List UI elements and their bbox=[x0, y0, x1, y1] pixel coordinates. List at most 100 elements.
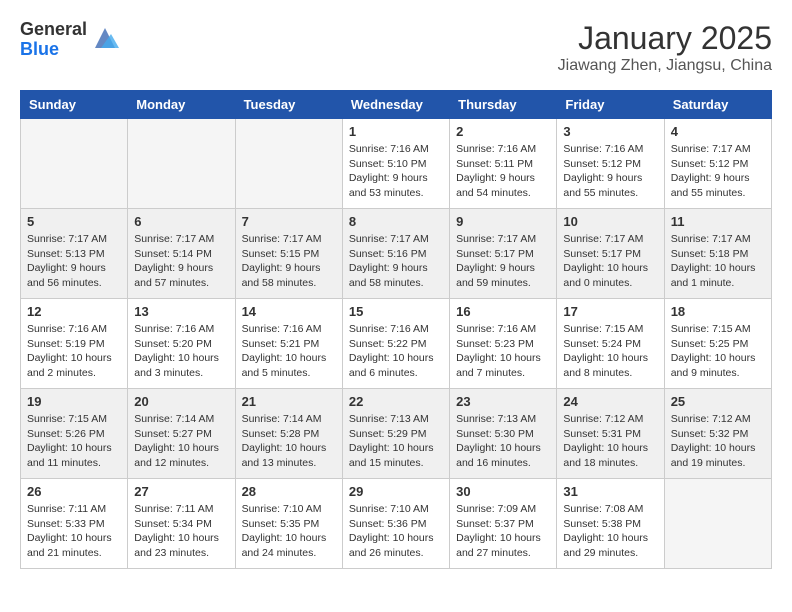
cal-cell bbox=[128, 119, 235, 209]
cal-cell: 18 Sunrise: 7:15 AM Sunset: 5:25 PM Dayli… bbox=[664, 299, 771, 389]
cal-cell: 20Sunrise: 7:14 AM Sunset: 5:27 PM Dayli… bbox=[128, 389, 235, 479]
day-number: 31 bbox=[563, 484, 657, 499]
day-number: 15 bbox=[349, 304, 443, 319]
cal-cell: 31 Sunrise: 7:08 AM Sunset: 5:38 PM Dayli… bbox=[557, 479, 664, 569]
week-row-3: 12 Sunrise: 7:16 AM Sunset: 5:19 PM Dayli… bbox=[21, 299, 772, 389]
cell-info: Sunrise: 7:15 AM Sunset: 5:24 PM Dayligh… bbox=[563, 322, 657, 381]
day-number: 22 bbox=[349, 394, 443, 409]
title-block: January 2025 Jiawang Zhen, Jiangsu, Chin… bbox=[558, 20, 772, 75]
day-number: 17 bbox=[563, 304, 657, 319]
day-number: 3 bbox=[563, 124, 657, 139]
day-number: 19 bbox=[27, 394, 121, 409]
cal-cell: 16 Sunrise: 7:16 AM Sunset: 5:23 PM Dayli… bbox=[450, 299, 557, 389]
cell-info: Sunrise: 7:16 AM Sunset: 5:20 PM Dayligh… bbox=[134, 322, 228, 381]
day-number: 8 bbox=[349, 214, 443, 229]
cal-cell: 12 Sunrise: 7:16 AM Sunset: 5:19 PM Dayli… bbox=[21, 299, 128, 389]
cal-cell: 8Sunrise: 7:17 AM Sunset: 5:16 PM Daylig… bbox=[342, 209, 449, 299]
week-row-2: 5 Sunrise: 7:17 AM Sunset: 5:13 PM Daylig… bbox=[21, 209, 772, 299]
cell-info: Sunrise: 7:13 AM Sunset: 5:29 PM Dayligh… bbox=[349, 412, 443, 471]
day-number: 10 bbox=[563, 214, 657, 229]
cal-cell: 30 Sunrise: 7:09 AM Sunset: 5:37 PM Dayli… bbox=[450, 479, 557, 569]
cal-cell: 3 Sunrise: 7:16 AM Sunset: 5:12 PM Daylig… bbox=[557, 119, 664, 209]
day-number: 28 bbox=[242, 484, 336, 499]
day-header-thursday: Thursday bbox=[450, 91, 557, 119]
day-number: 21 bbox=[242, 394, 336, 409]
day-number: 18 bbox=[671, 304, 765, 319]
day-header-friday: Friday bbox=[557, 91, 664, 119]
page-header: General Blue January 2025 Jiawang Zhen, … bbox=[20, 20, 772, 75]
day-number: 20 bbox=[134, 394, 228, 409]
day-number: 11 bbox=[671, 214, 765, 229]
day-number: 5 bbox=[27, 214, 121, 229]
cal-cell bbox=[21, 119, 128, 209]
day-header-sunday: Sunday bbox=[21, 91, 128, 119]
cal-cell: 5 Sunrise: 7:17 AM Sunset: 5:13 PM Daylig… bbox=[21, 209, 128, 299]
logo-blue-text: Blue bbox=[20, 40, 87, 60]
cal-cell: 9 Sunrise: 7:17 AM Sunset: 5:17 PM Daylig… bbox=[450, 209, 557, 299]
cal-cell: 24Sunrise: 7:12 AM Sunset: 5:31 PM Dayli… bbox=[557, 389, 664, 479]
cell-info: Sunrise: 7:17 AM Sunset: 5:13 PM Dayligh… bbox=[27, 232, 121, 291]
cal-cell bbox=[235, 119, 342, 209]
cal-cell: 13 Sunrise: 7:16 AM Sunset: 5:20 PM Dayli… bbox=[128, 299, 235, 389]
cell-info: Sunrise: 7:08 AM Sunset: 5:38 PM Dayligh… bbox=[563, 502, 657, 561]
cal-cell: 2Sunrise: 7:16 AM Sunset: 5:11 PM Daylig… bbox=[450, 119, 557, 209]
cell-info: Sunrise: 7:16 AM Sunset: 5:19 PM Dayligh… bbox=[27, 322, 121, 381]
day-number: 4 bbox=[671, 124, 765, 139]
logo-icon bbox=[91, 24, 119, 57]
logo-general-text: General bbox=[20, 20, 87, 40]
week-row-1: 1 Sunrise: 7:16 AM Sunset: 5:10 PM Daylig… bbox=[21, 119, 772, 209]
day-number: 30 bbox=[456, 484, 550, 499]
cal-cell: 23Sunrise: 7:13 AM Sunset: 5:30 PM Dayli… bbox=[450, 389, 557, 479]
day-number: 13 bbox=[134, 304, 228, 319]
cal-cell: 28Sunrise: 7:10 AM Sunset: 5:35 PM Dayli… bbox=[235, 479, 342, 569]
cal-cell: 7Sunrise: 7:17 AM Sunset: 5:15 PM Daylig… bbox=[235, 209, 342, 299]
day-number: 16 bbox=[456, 304, 550, 319]
calendar-subtitle: Jiawang Zhen, Jiangsu, China bbox=[558, 57, 772, 75]
cell-info: Sunrise: 7:16 AM Sunset: 5:21 PM Dayligh… bbox=[242, 322, 336, 381]
day-number: 27 bbox=[134, 484, 228, 499]
day-header-saturday: Saturday bbox=[664, 91, 771, 119]
cell-info: Sunrise: 7:16 AM Sunset: 5:22 PM Dayligh… bbox=[349, 322, 443, 381]
cell-info: Sunrise: 7:16 AM Sunset: 5:12 PM Dayligh… bbox=[563, 142, 657, 201]
day-header-wednesday: Wednesday bbox=[342, 91, 449, 119]
cal-cell: 22 Sunrise: 7:13 AM Sunset: 5:29 PM Dayli… bbox=[342, 389, 449, 479]
cell-info: Sunrise: 7:16 AM Sunset: 5:10 PM Dayligh… bbox=[349, 142, 443, 201]
cal-cell: 17 Sunrise: 7:15 AM Sunset: 5:24 PM Dayli… bbox=[557, 299, 664, 389]
cell-info: Sunrise: 7:17 AM Sunset: 5:14 PM Dayligh… bbox=[134, 232, 228, 291]
cell-info: Sunrise: 7:17 AM Sunset: 5:18 PM Dayligh… bbox=[671, 232, 765, 291]
day-number: 12 bbox=[27, 304, 121, 319]
cell-info: Sunrise: 7:10 AM Sunset: 5:36 PM Dayligh… bbox=[349, 502, 443, 561]
cal-cell: 10Sunrise: 7:17 AM Sunset: 5:17 PM Dayli… bbox=[557, 209, 664, 299]
cell-info: Sunrise: 7:16 AM Sunset: 5:23 PM Dayligh… bbox=[456, 322, 550, 381]
day-number: 9 bbox=[456, 214, 550, 229]
day-number: 23 bbox=[456, 394, 550, 409]
cal-cell: 19 Sunrise: 7:15 AM Sunset: 5:26 PM Dayli… bbox=[21, 389, 128, 479]
day-number: 6 bbox=[134, 214, 228, 229]
cell-info: Sunrise: 7:12 AM Sunset: 5:31 PM Dayligh… bbox=[563, 412, 657, 471]
calendar-table: SundayMondayTuesdayWednesdayThursdayFrid… bbox=[20, 90, 772, 569]
cell-info: Sunrise: 7:17 AM Sunset: 5:17 PM Dayligh… bbox=[456, 232, 550, 291]
week-row-5: 26 Sunrise: 7:11 AM Sunset: 5:33 PM Dayli… bbox=[21, 479, 772, 569]
day-header-tuesday: Tuesday bbox=[235, 91, 342, 119]
calendar-title: January 2025 bbox=[558, 20, 772, 57]
day-number: 1 bbox=[349, 124, 443, 139]
cal-cell: 27Sunrise: 7:11 AM Sunset: 5:34 PM Dayli… bbox=[128, 479, 235, 569]
cal-cell: 25Sunrise: 7:12 AM Sunset: 5:32 PM Dayli… bbox=[664, 389, 771, 479]
cell-info: Sunrise: 7:15 AM Sunset: 5:26 PM Dayligh… bbox=[27, 412, 121, 471]
cal-cell: 26 Sunrise: 7:11 AM Sunset: 5:33 PM Dayli… bbox=[21, 479, 128, 569]
cal-cell: 14Sunrise: 7:16 AM Sunset: 5:21 PM Dayli… bbox=[235, 299, 342, 389]
cell-info: Sunrise: 7:17 AM Sunset: 5:15 PM Dayligh… bbox=[242, 232, 336, 291]
day-header-monday: Monday bbox=[128, 91, 235, 119]
cal-cell bbox=[664, 479, 771, 569]
cell-info: Sunrise: 7:17 AM Sunset: 5:12 PM Dayligh… bbox=[671, 142, 765, 201]
day-number: 26 bbox=[27, 484, 121, 499]
week-row-4: 19 Sunrise: 7:15 AM Sunset: 5:26 PM Dayli… bbox=[21, 389, 772, 479]
cell-info: Sunrise: 7:11 AM Sunset: 5:33 PM Dayligh… bbox=[27, 502, 121, 561]
cell-info: Sunrise: 7:15 AM Sunset: 5:25 PM Dayligh… bbox=[671, 322, 765, 381]
cal-cell: 21Sunrise: 7:14 AM Sunset: 5:28 PM Dayli… bbox=[235, 389, 342, 479]
day-number: 2 bbox=[456, 124, 550, 139]
cal-cell: 29Sunrise: 7:10 AM Sunset: 5:36 PM Dayli… bbox=[342, 479, 449, 569]
cell-info: Sunrise: 7:09 AM Sunset: 5:37 PM Dayligh… bbox=[456, 502, 550, 561]
cal-cell: 6 Sunrise: 7:17 AM Sunset: 5:14 PM Daylig… bbox=[128, 209, 235, 299]
cal-cell: 1 Sunrise: 7:16 AM Sunset: 5:10 PM Daylig… bbox=[342, 119, 449, 209]
